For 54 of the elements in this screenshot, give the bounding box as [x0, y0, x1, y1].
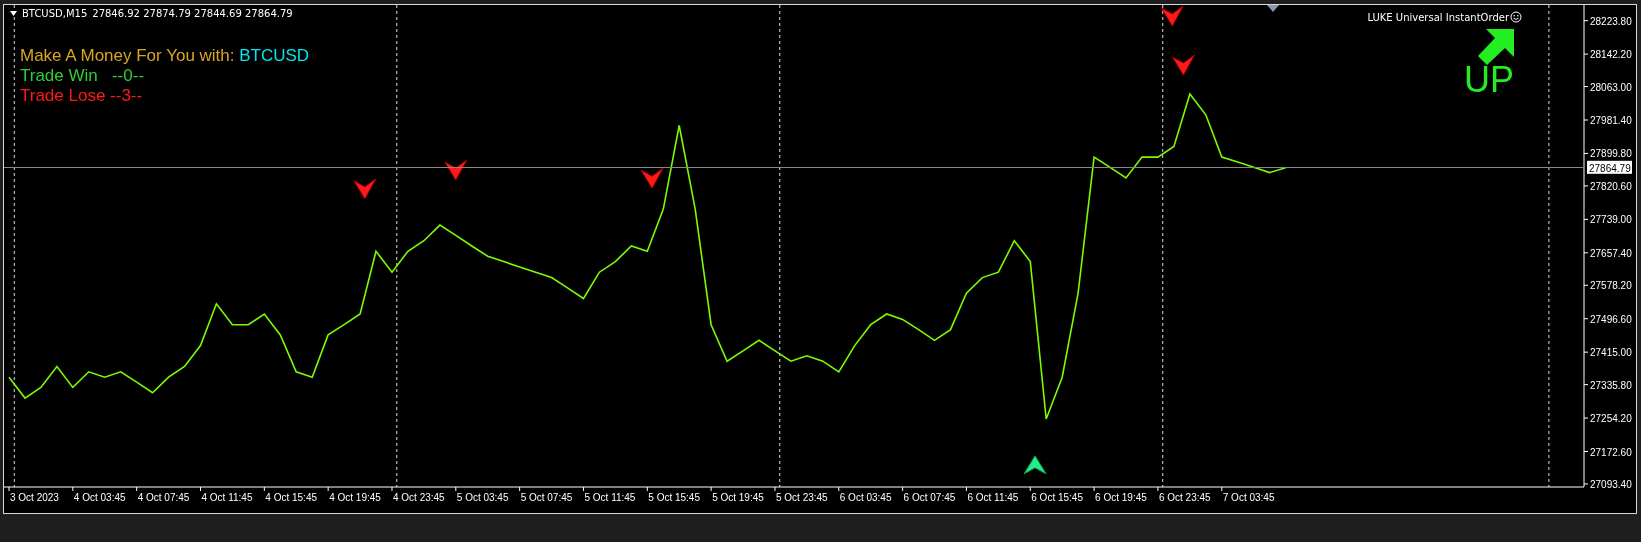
time-label: 5 Oct 07:45	[520, 492, 573, 503]
trade-win-count: Trade Win --0--	[20, 66, 146, 86]
price-label: 27254.20	[1590, 413, 1632, 425]
time-label: 5 Oct 15:45	[648, 492, 700, 503]
price-label: 27981.40	[1590, 115, 1632, 126]
time-label: 4 Oct 19:45	[329, 492, 381, 503]
time-label: 6 Oct 23:45	[1158, 492, 1211, 503]
time-label: 6 Oct 07:45	[903, 492, 956, 503]
price-label: 27496.60	[1590, 313, 1632, 325]
price-label: 28063.00	[1590, 81, 1632, 93]
time-label: 6 Oct 15:45	[1031, 492, 1083, 503]
price-label: 27093.40	[1590, 478, 1632, 490]
sell-arrow-icon	[640, 167, 664, 189]
time-label: 6 Oct 03:45	[839, 492, 892, 503]
dropdown-icon	[10, 11, 17, 16]
signal-text: UP	[1464, 65, 1514, 95]
sell-arrow-icon	[353, 178, 377, 200]
sell-arrow-icon	[444, 159, 468, 181]
price-label: 27415.00	[1590, 347, 1632, 359]
price-label: 28223.80	[1590, 15, 1632, 27]
sell-arrow-icon	[1160, 5, 1184, 27]
sell-arrow-icon	[1171, 54, 1195, 76]
up-arrow-icon	[1478, 29, 1514, 65]
buy-arrow-icon	[1023, 455, 1047, 475]
time-label: 5 Oct 23:45	[775, 492, 828, 503]
ohlc-values: 27846.92 27874.79 27844.69 27864.79	[92, 8, 293, 19]
promo-text: Make A Money For You with:	[20, 46, 236, 65]
time-label: 7 Oct 03:45	[1222, 492, 1275, 503]
price-label: 27578.20	[1590, 280, 1632, 292]
smiley-icon	[1510, 11, 1522, 23]
time-label: 5 Oct 19:45	[712, 492, 764, 503]
price-label: 27657.40	[1590, 247, 1632, 259]
time-label: 6 Oct 19:45	[1095, 492, 1147, 503]
price-label: 28142.20	[1590, 49, 1632, 61]
price-label: 27820.60	[1590, 180, 1632, 192]
symbol-text: BTCUSD	[239, 46, 310, 65]
time-label: 3 Oct 2023	[10, 492, 59, 503]
time-label: 4 Oct 15:45	[265, 492, 317, 503]
time-label: 5 Oct 11:45	[584, 492, 636, 503]
symbol-label: BTCUSD,M15	[22, 8, 88, 19]
time-label: 4 Oct 07:45	[137, 492, 190, 503]
expert-name: LUKE Universal InstantOrder	[1367, 11, 1509, 23]
trade-lose-count: Trade Lose --3--	[20, 86, 144, 106]
time-label: 4 Oct 03:45	[73, 492, 126, 503]
time-label: 5 Oct 03:45	[456, 492, 509, 503]
time-label: 4 Oct 23:45	[393, 492, 445, 503]
price-label: 27335.80	[1590, 379, 1632, 391]
scroll-marker-icon	[1267, 5, 1279, 12]
price-label: 27899.80	[1590, 148, 1632, 160]
price-label: 27172.60	[1590, 446, 1632, 458]
time-label: 4 Oct 11:45	[201, 492, 253, 503]
price-label: 27739.00	[1590, 214, 1632, 226]
current-price-tag: 27864.79	[1587, 160, 1632, 174]
time-label: 6 Oct 11:45	[967, 492, 1019, 503]
